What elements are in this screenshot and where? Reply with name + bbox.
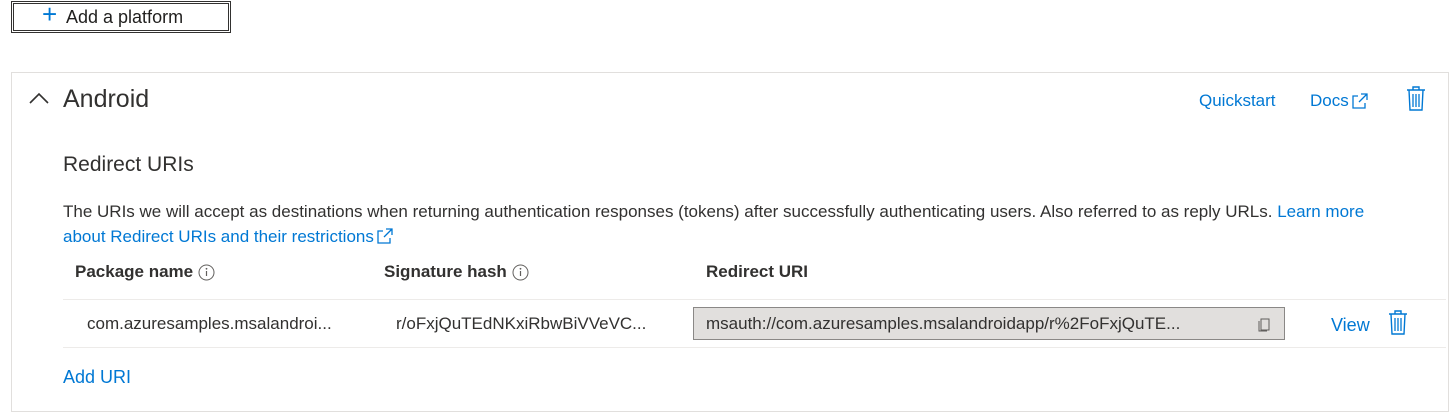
signature-header-label: Signature hash bbox=[384, 262, 507, 281]
add-uri-link[interactable]: Add URI bbox=[63, 367, 131, 388]
info-icon[interactable] bbox=[512, 264, 529, 281]
view-uri-link[interactable]: View bbox=[1331, 315, 1370, 336]
chevron-up-icon[interactable] bbox=[28, 89, 50, 107]
row-divider bbox=[63, 299, 1446, 300]
platform-card: Android Quickstart Docs Redirect URIs Th… bbox=[11, 72, 1449, 412]
quickstart-link[interactable]: Quickstart bbox=[1199, 91, 1276, 111]
row-divider bbox=[63, 347, 1446, 348]
column-header-signature: Signature hash bbox=[384, 262, 529, 282]
column-header-package: Package name bbox=[75, 262, 215, 282]
copy-icon[interactable] bbox=[1257, 316, 1272, 333]
plus-icon: + bbox=[42, 0, 58, 29]
column-header-uri: Redirect URI bbox=[706, 262, 808, 282]
package-header-label: Package name bbox=[75, 262, 194, 281]
signature-hash-cell: r/oFxjQuTEdNKxiRbwBiVVeVC... bbox=[396, 314, 647, 333]
platform-title: Android bbox=[63, 85, 150, 113]
add-platform-label: Add a platform bbox=[66, 6, 184, 27]
redirect-description: The URIs we will accept as destinations … bbox=[63, 199, 1393, 249]
redirect-uri-value: msauth://com.azuresamples.msalandroidapp… bbox=[706, 314, 1181, 333]
external-link-icon bbox=[1352, 93, 1368, 109]
uri-header-label: Redirect URI bbox=[706, 262, 809, 281]
redirect-uri-field[interactable]: msauth://com.azuresamples.msalandroidapp… bbox=[693, 307, 1285, 340]
add-platform-button[interactable]: + Add a platform bbox=[11, 1, 231, 33]
delete-platform-icon[interactable] bbox=[1405, 86, 1427, 112]
redirect-uris-title: Redirect URIs bbox=[63, 153, 194, 176]
docs-link[interactable]: Docs bbox=[1310, 91, 1369, 111]
description-text: The URIs we will accept as destinations … bbox=[63, 202, 1273, 221]
package-name-cell: com.azuresamples.msalandroi... bbox=[87, 314, 332, 333]
info-icon[interactable] bbox=[198, 264, 215, 281]
external-link-icon bbox=[377, 228, 393, 244]
docs-label: Docs bbox=[1310, 91, 1349, 110]
delete-uri-icon[interactable] bbox=[1387, 310, 1409, 336]
